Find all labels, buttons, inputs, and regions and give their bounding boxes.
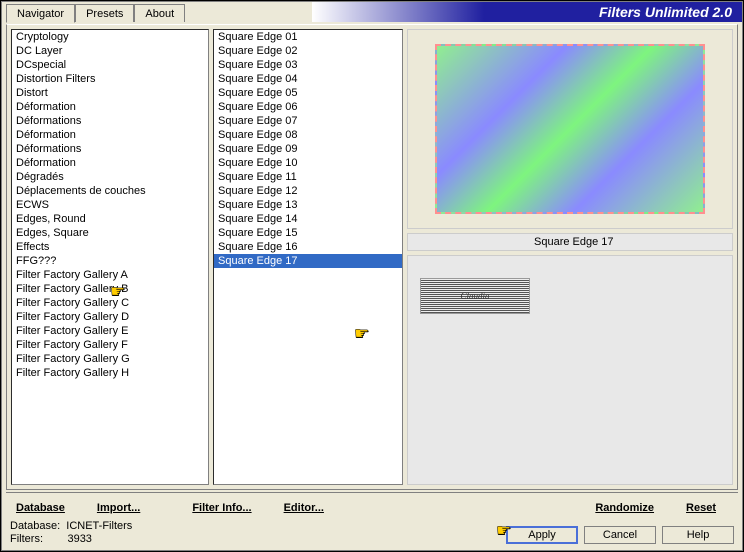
filter-item[interactable]: Square Edge 10: [214, 156, 402, 170]
database-link[interactable]: Database: [6, 498, 75, 518]
category-item[interactable]: Filter Factory Gallery F: [12, 338, 208, 352]
filter-item[interactable]: Square Edge 12: [214, 184, 402, 198]
watermark-badge: Claudia: [420, 278, 530, 314]
preview-image: [435, 44, 705, 214]
category-item[interactable]: Déformation: [12, 128, 208, 142]
filter-item[interactable]: Square Edge 17: [214, 254, 402, 268]
cancel-button[interactable]: Cancel: [584, 526, 656, 544]
category-item[interactable]: Edges, Square: [12, 226, 208, 240]
reset-link[interactable]: Reset: [676, 498, 726, 518]
pointer-icon: [496, 524, 520, 542]
category-item[interactable]: DCspecial: [12, 58, 208, 72]
category-item[interactable]: Filter Factory Gallery E: [12, 324, 208, 338]
category-item[interactable]: Déformations: [12, 114, 208, 128]
category-item[interactable]: Déformation: [12, 100, 208, 114]
filter-item[interactable]: Square Edge 11: [214, 170, 402, 184]
filter-item[interactable]: Square Edge 06: [214, 100, 402, 114]
filter-item[interactable]: Square Edge 02: [214, 44, 402, 58]
filter-item[interactable]: Square Edge 05: [214, 86, 402, 100]
category-item[interactable]: DC Layer: [12, 44, 208, 58]
selected-filter-name: Square Edge 17: [534, 236, 614, 248]
app-title: Filters Unlimited 2.0: [599, 4, 732, 20]
category-item[interactable]: FFG???: [12, 254, 208, 268]
editor-link[interactable]: Editor...: [274, 498, 334, 518]
category-item[interactable]: Cryptology: [12, 30, 208, 44]
filters-value: 3933: [67, 533, 91, 545]
tab-navigator[interactable]: Navigator: [6, 4, 75, 23]
filter-list[interactable]: Square Edge 01Square Edge 02Square Edge …: [213, 29, 403, 485]
filter-item[interactable]: Square Edge 01: [214, 30, 402, 44]
category-item[interactable]: Distort: [12, 86, 208, 100]
header: Navigator Presets About Filters Unlimite…: [2, 2, 742, 24]
filter-name-row: Square Edge 17: [407, 233, 733, 251]
filter-item[interactable]: Square Edge 13: [214, 198, 402, 212]
filter-item[interactable]: Square Edge 09: [214, 142, 402, 156]
db-label: Database:: [10, 520, 60, 532]
filter-item[interactable]: Square Edge 03: [214, 58, 402, 72]
category-item[interactable]: Filter Factory Gallery H: [12, 366, 208, 380]
title-bar: Filters Unlimited 2.0: [312, 2, 742, 22]
pointer-icon: [110, 285, 134, 303]
help-button[interactable]: Help: [662, 526, 734, 544]
preview-area: Square Edge 17: [407, 29, 733, 485]
category-item[interactable]: Filter Factory Gallery G: [12, 352, 208, 366]
filter-item[interactable]: Square Edge 07: [214, 114, 402, 128]
tab-presets[interactable]: Presets: [75, 4, 134, 22]
link-button-row: Database Import... Filter Info... Editor…: [6, 492, 738, 518]
tab-strip: Navigator Presets About: [6, 4, 185, 22]
tab-about[interactable]: About: [134, 4, 185, 22]
filter-item[interactable]: Square Edge 15: [214, 226, 402, 240]
category-list[interactable]: CryptologyDC LayerDCspecialDistortion Fi…: [11, 29, 209, 485]
bottom-buttons: Apply Cancel Help: [506, 526, 734, 544]
main-panel: CryptologyDC LayerDCspecialDistortion Fi…: [6, 24, 738, 490]
category-item[interactable]: Filter Factory Gallery D: [12, 310, 208, 324]
category-item[interactable]: Distortion Filters: [12, 72, 208, 86]
filter-item[interactable]: Square Edge 14: [214, 212, 402, 226]
filters-label: Filters:: [10, 533, 43, 545]
status-bar: Database: ICNET-Filters Filters: 3933: [10, 520, 132, 546]
pointer-icon: [354, 327, 378, 345]
category-item[interactable]: Déformation: [12, 156, 208, 170]
import-link[interactable]: Import...: [87, 498, 150, 518]
preview-panel: [407, 29, 733, 229]
category-item[interactable]: Déformations: [12, 142, 208, 156]
category-item[interactable]: Déplacements de couches: [12, 184, 208, 198]
category-item[interactable]: Filter Factory Gallery A: [12, 268, 208, 282]
category-item[interactable]: Effects: [12, 240, 208, 254]
filter-item[interactable]: Square Edge 04: [214, 72, 402, 86]
filter-item[interactable]: Square Edge 08: [214, 128, 402, 142]
db-value: ICNET-Filters: [66, 520, 132, 532]
category-item[interactable]: Dégradés: [12, 170, 208, 184]
randomize-link[interactable]: Randomize: [585, 498, 664, 518]
category-item[interactable]: Edges, Round: [12, 212, 208, 226]
category-item[interactable]: ECWS: [12, 198, 208, 212]
filter-item[interactable]: Square Edge 16: [214, 240, 402, 254]
filterinfo-link[interactable]: Filter Info...: [182, 498, 261, 518]
app-frame: Navigator Presets About Filters Unlimite…: [1, 1, 743, 551]
